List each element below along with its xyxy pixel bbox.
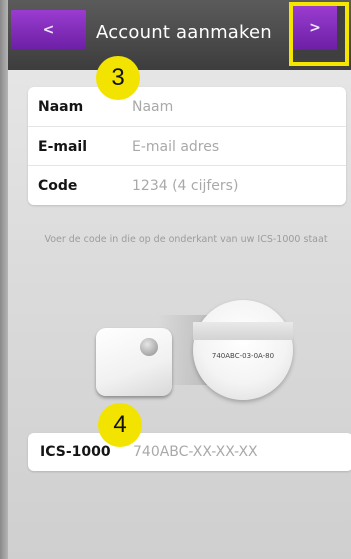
ics-input[interactable] [133,444,351,460]
zoom-sticker-stripe [193,322,293,340]
instruction-text: Voer de code in die op de onderkant van … [44,234,328,245]
device-body [96,328,172,396]
email-label: E-mail [38,138,88,155]
name-row: Naam [28,87,346,126]
app-screen: < Account aanmaken > 3 Naam E-mail Code … [8,0,351,559]
email-input[interactable] [132,138,346,155]
header-bar: < Account aanmaken > [8,0,351,70]
serial-label: 740ABC-03-0A-80 [211,352,275,360]
account-form: Naam E-mail Code [28,87,346,205]
back-button-label: < [42,22,55,38]
ics-field-row: ICS-1000 [28,433,351,471]
code-input[interactable] [132,177,346,194]
device-knob [140,338,158,356]
code-label: Code [38,177,78,194]
device-frame [0,0,8,559]
name-input[interactable] [132,98,346,115]
page-title: Account aanmaken [96,22,272,43]
next-button-face: > [293,6,337,50]
code-row: Code [28,165,346,205]
serial-zoom-circle: 740ABC-03-0A-80 [193,300,293,400]
next-button-label: > [309,20,321,36]
back-button[interactable]: < [11,10,86,50]
name-label: Naam [38,98,84,115]
step-4-badge: 4 [98,403,142,447]
step-3-badge: 3 [96,56,140,100]
next-button[interactable]: > [289,2,347,60]
ics-device-image [96,328,176,400]
email-row: E-mail [28,126,346,166]
